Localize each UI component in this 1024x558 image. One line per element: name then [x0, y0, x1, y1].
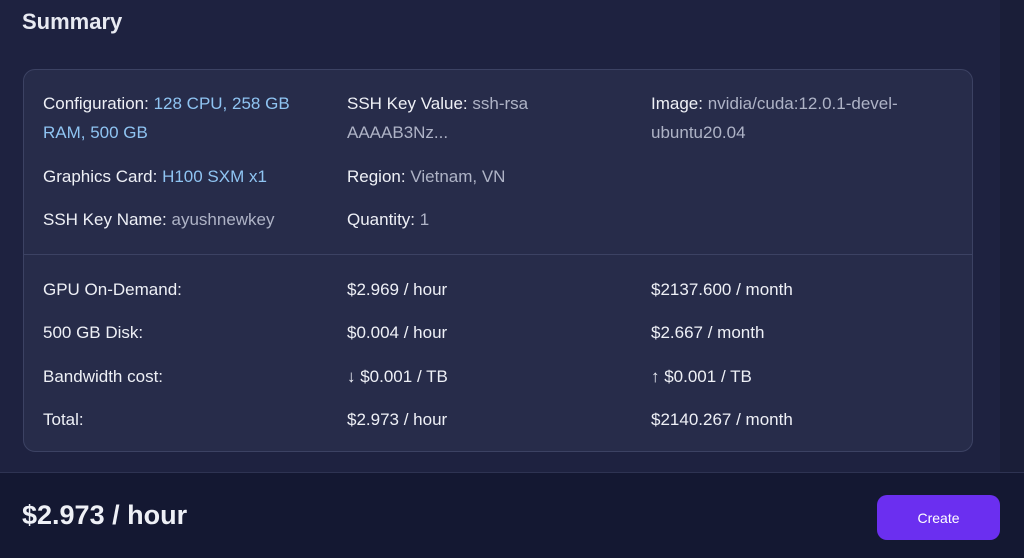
- image-label: Image:: [651, 94, 703, 113]
- pricing-download-bandwidth: ↓ $0.001 / TB: [347, 367, 448, 386]
- pricing-monthly-gpu: $2137.600 / month: [651, 280, 793, 299]
- graphics-card-field: Graphics Card: H100 SXM x1: [43, 162, 267, 191]
- quantity-field: Quantity: 1: [347, 205, 429, 234]
- scrollbar-track[interactable]: [1000, 0, 1024, 472]
- summary-title: Summary: [22, 9, 123, 34]
- create-button[interactable]: Create: [877, 495, 1000, 540]
- configuration-label: Configuration:: [43, 94, 149, 113]
- ssh-key-name-value: ayushnewkey: [171, 210, 275, 229]
- ssh-key-value-line1: ssh-rsa: [472, 94, 529, 113]
- ssh-key-name-field: SSH Key Name: ayushnewkey: [43, 205, 275, 234]
- image-value-line1: nvidia/cuda:12.0.1-devel-: [707, 94, 898, 113]
- pricing-upload-bandwidth: ↑ $0.001 / TB: [651, 367, 752, 386]
- quantity-label: Quantity:: [347, 210, 416, 229]
- pricing-label-total: Total:: [43, 410, 84, 429]
- footer-bar: $2.973 / hour Create: [0, 472, 1024, 558]
- quantity-value: 1: [419, 210, 430, 229]
- pricing-label-disk: 500 GB Disk:: [43, 323, 144, 342]
- graphics-card-label: Graphics Card:: [43, 167, 158, 186]
- image-field: Image: nvidia/cuda:12.0.1-devel- ubuntu2…: [651, 89, 898, 147]
- pricing-monthly-total: $2140.267 / month: [651, 410, 793, 429]
- graphics-card-value: H100 SXM x1: [162, 167, 267, 186]
- footer-total-price: $2.973 / hour: [22, 500, 188, 530]
- region-value: Vietnam, VN: [410, 167, 506, 186]
- image-value-line2: ubuntu20.04: [651, 123, 746, 142]
- ssh-key-value-label: SSH Key Value:: [347, 94, 468, 113]
- configuration-value-line1: 128 CPU, 258 GB: [153, 94, 290, 113]
- summary-page: Summary Configuration: 128 CPU, 258 GB R…: [0, 0, 1024, 558]
- summary-panel: Summary Configuration: 128 CPU, 258 GB R…: [0, 0, 1000, 472]
- configuration-field: Configuration: 128 CPU, 258 GB RAM, 500 …: [43, 89, 290, 147]
- summary-card: Configuration: 128 CPU, 258 GB RAM, 500 …: [23, 69, 973, 452]
- pricing-label-gpu: GPU On-Demand:: [43, 280, 182, 299]
- pricing-label-bandwidth: Bandwidth cost:: [43, 367, 164, 386]
- region-field: Region: Vietnam, VN: [347, 162, 505, 191]
- pricing-hourly-disk: $0.004 / hour: [347, 323, 448, 342]
- pricing-hourly-total: $2.973 / hour: [347, 410, 448, 429]
- ssh-key-name-label: SSH Key Name:: [43, 210, 167, 229]
- card-divider: [24, 254, 972, 255]
- region-label: Region:: [347, 167, 406, 186]
- ssh-key-value-field: SSH Key Value: ssh-rsa AAAAB3Nz...: [347, 89, 528, 147]
- ssh-key-value-line2: AAAAB3Nz...: [347, 123, 449, 142]
- pricing-monthly-disk: $2.667 / month: [651, 323, 765, 342]
- pricing-hourly-gpu: $2.969 / hour: [347, 280, 448, 299]
- configuration-value-line2: RAM, 500 GB: [43, 123, 148, 142]
